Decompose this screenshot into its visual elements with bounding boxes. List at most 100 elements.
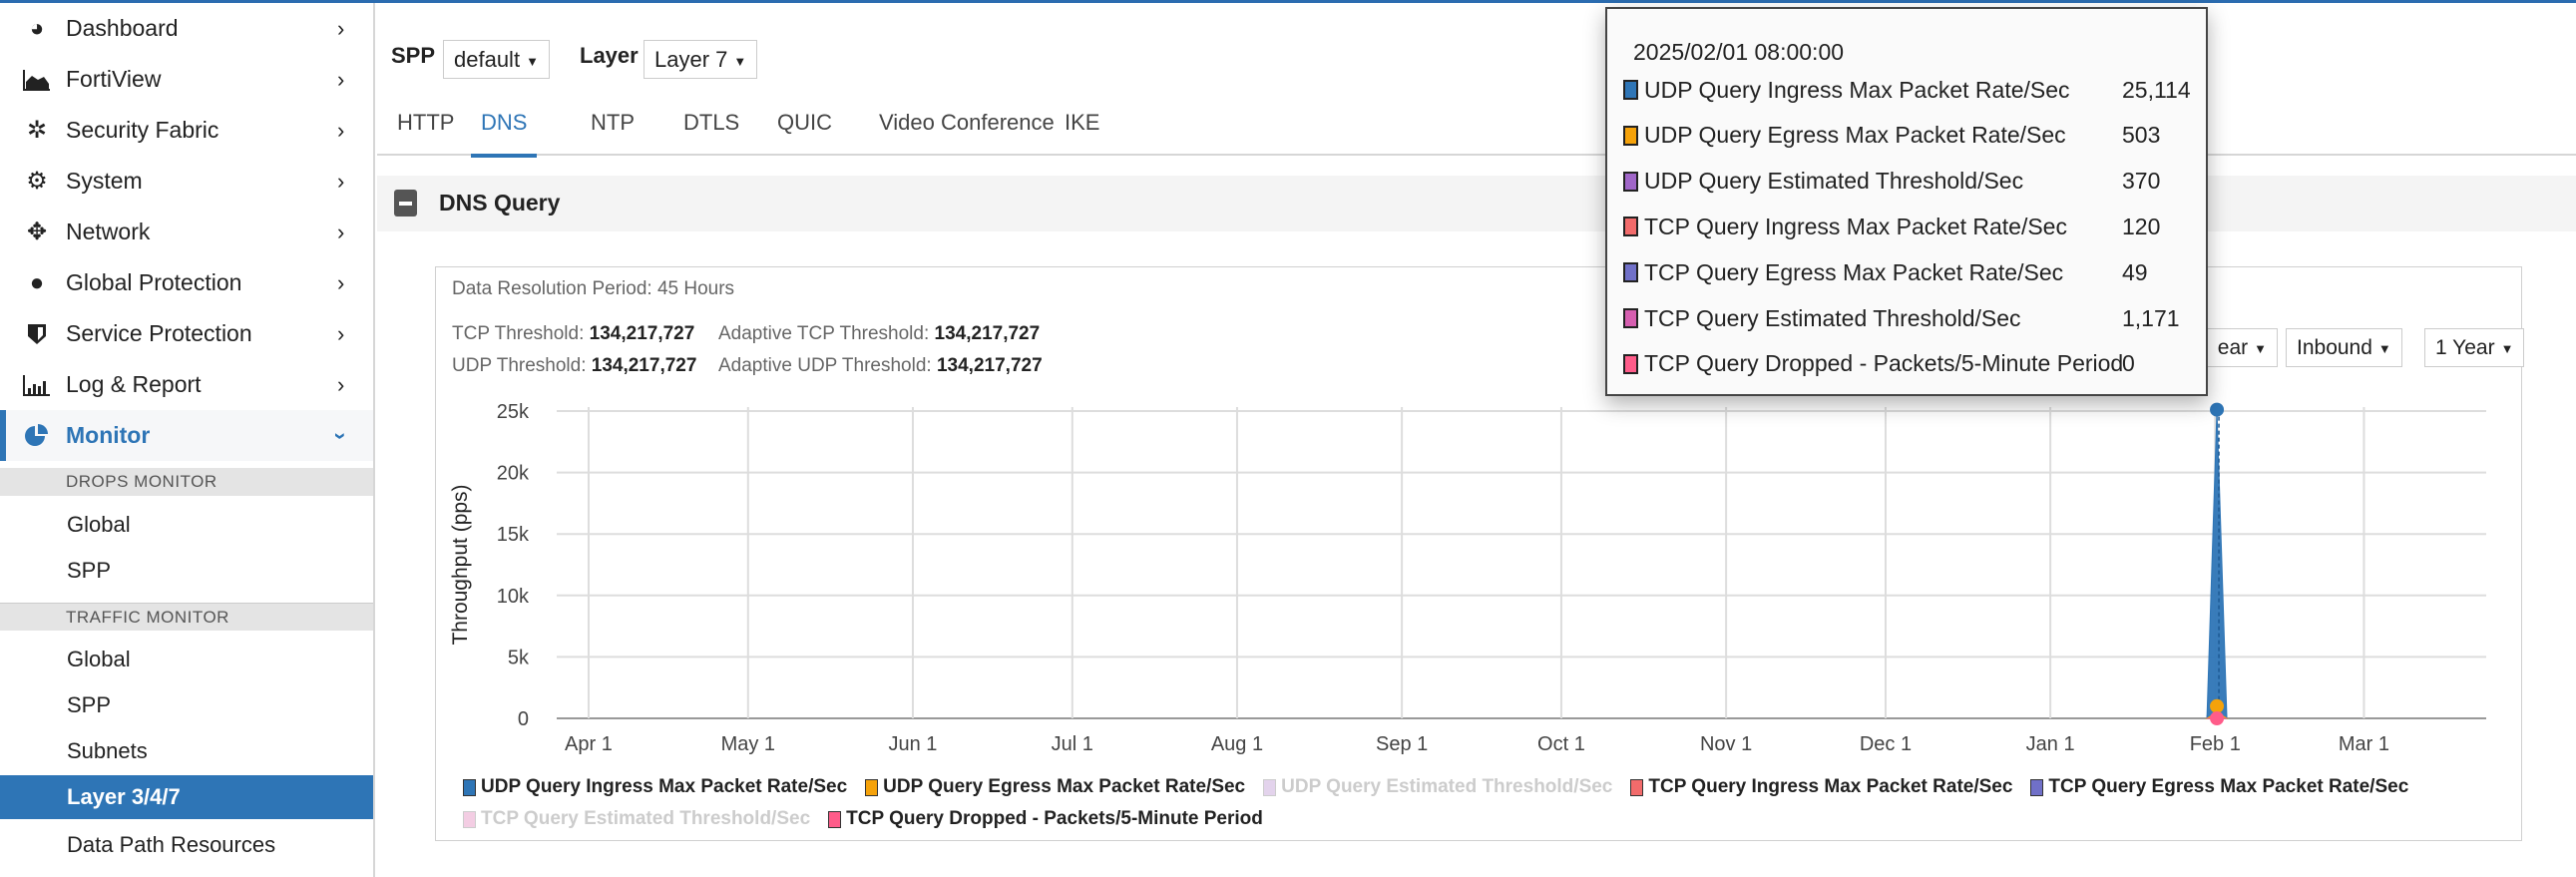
shield-icon xyxy=(22,319,52,349)
caret-down-icon: ▼ xyxy=(526,53,539,69)
tooltip-label: TCP Query Egress Max Packet Rate/Sec xyxy=(1644,258,2064,285)
sidebar-subitem-drops-global[interactable]: Global xyxy=(0,503,373,547)
chevron-right-icon: › xyxy=(337,371,345,397)
tooltip-value: 49 xyxy=(2122,258,2148,285)
legend-label: TCP Query Estimated Threshold/Sec xyxy=(481,808,811,829)
legend-item[interactable]: UDP Query Ingress Max Packet Rate/Sec xyxy=(463,776,847,798)
adaptive-udp-value: 134,217,727 xyxy=(936,355,1043,376)
legend-item[interactable]: TCP Query Dropped - Packets/5-Minute Per… xyxy=(828,808,1263,830)
x-tick-label: May 1 xyxy=(721,733,775,755)
chevron-right-icon: › xyxy=(337,320,345,346)
sidebar-item-service-protection[interactable]: Service Protection › xyxy=(0,308,373,359)
x-tick-label: Jul 1 xyxy=(1052,733,1093,755)
dns-query-section-header[interactable]: DNS Query xyxy=(377,176,2576,231)
y-tick-label: 10k xyxy=(497,586,530,608)
tooltip-value: 370 xyxy=(2122,168,2161,195)
legend-item[interactable]: UDP Query Estimated Threshold/Sec xyxy=(1263,776,1612,798)
chevron-right-icon: › xyxy=(337,168,345,194)
legend-item[interactable]: TCP Query Estimated Threshold/Sec xyxy=(463,808,810,830)
sidebar-subitem-drops-spp[interactable]: SPP xyxy=(0,549,373,593)
layer-label: Layer xyxy=(580,43,639,68)
tooltip-label: UDP Query Egress Max Packet Rate/Sec xyxy=(1644,122,2066,149)
tooltip-swatch xyxy=(1623,262,1638,283)
legend-swatch xyxy=(865,778,879,796)
legend-swatch xyxy=(1263,778,1277,796)
group-header-traffic-monitor: TRAFFIC MONITOR xyxy=(0,603,373,631)
legend-row-1: UDP Query Ingress Max Packet Rate/Sec UD… xyxy=(463,776,2408,798)
chart-plot-group: 0 5k 10k 15k 20k 25k Apr 1 May 1 Jun 1 Jul 1 Aug 1… xyxy=(449,401,2486,755)
x-tick-label: Jun 1 xyxy=(888,733,937,755)
protocol-tabs: HTTP DNS NTP DTLS QUIC Video Conference … xyxy=(377,98,2576,158)
tcp-threshold-label: TCP Threshold: xyxy=(452,323,585,344)
tooltip-row: UDP Query Egress Max Packet Rate/Sec 503 xyxy=(1623,121,2160,151)
collapse-icon[interactable] xyxy=(394,190,417,217)
spp-select[interactable]: default ▼ xyxy=(443,40,550,79)
sidebar-subitem-layer-347[interactable]: Layer 3/4/7 xyxy=(0,775,373,819)
sidebar-subitem-traffic-spp[interactable]: SPP xyxy=(0,683,373,727)
tooltip-label: UDP Query Estimated Threshold/Sec xyxy=(1644,168,2024,195)
x-tick-label: Dec 1 xyxy=(1860,733,1912,755)
x-tick-label: Jan 1 xyxy=(2026,733,2075,755)
y-axis-label: Throughput (pps) xyxy=(449,484,472,645)
legend-label: UDP Query Ingress Max Packet Rate/Sec xyxy=(481,776,848,797)
legend-label: UDP Query Estimated Threshold/Sec xyxy=(1281,776,1613,797)
tab-dns[interactable]: DNS xyxy=(470,110,539,158)
tab-dtls[interactable]: DTLS xyxy=(683,110,739,156)
sidebar-item-log-report[interactable]: Log & Report › xyxy=(0,359,373,410)
sidebar-item-network[interactable]: ✥ Network › xyxy=(0,207,373,257)
legend-label: TCP Query Egress Max Packet Rate/Sec xyxy=(2048,776,2409,797)
adaptive-tcp-label: Adaptive TCP Threshold: xyxy=(718,323,930,344)
sidebar-item-dashboard[interactable]: ◕ Dashboard › xyxy=(0,3,373,54)
tooltip-label: TCP Query Estimated Threshold/Sec xyxy=(1644,304,2021,331)
globe-icon: ● xyxy=(29,268,45,296)
tab-video-conference[interactable]: Video Conference xyxy=(879,110,1055,156)
range-select[interactable]: 1 Year ▼ xyxy=(2424,328,2525,367)
sidebar: ◕ Dashboard › FortiView › ✲ Security Fabric ›… xyxy=(0,3,375,877)
udp-threshold-value: 134,217,727 xyxy=(591,355,697,376)
sidebar-item-system[interactable]: ⚙ System › xyxy=(0,156,373,207)
legend-label: TCP Query Ingress Max Packet Rate/Sec xyxy=(1648,776,2013,797)
chevron-right-icon: › xyxy=(337,269,345,295)
sidebar-item-monitor[interactable]: Monitor › xyxy=(0,410,373,461)
tooltip-row: TCP Query Ingress Max Packet Rate/Sec 120 xyxy=(1623,212,2160,241)
sidebar-item-global-protection[interactable]: ● Global Protection › xyxy=(0,257,373,308)
caret-down-icon: ▼ xyxy=(2377,340,2391,356)
sidebar-item-security-fabric[interactable]: ✲ Security Fabric › xyxy=(0,105,373,156)
layer-select[interactable]: Layer 7 ▼ xyxy=(644,40,758,79)
x-tick-label: Feb 1 xyxy=(2190,733,2241,755)
tooltip-swatch xyxy=(1623,171,1638,192)
tooltip-date: 2025/02/01 08:00:00 xyxy=(1633,39,1845,65)
sidebar-subitem-subnets[interactable]: Subnets xyxy=(0,729,373,773)
x-tick-label: Aug 1 xyxy=(1211,733,1263,755)
tooltip-value: 1,171 xyxy=(2122,304,2180,331)
tab-ike[interactable]: IKE xyxy=(1065,110,1099,156)
sidebar-subitem-traffic-global[interactable]: Global xyxy=(0,638,373,681)
legend-item[interactable]: UDP Query Egress Max Packet Rate/Sec xyxy=(865,776,1245,798)
direction-select[interactable]: Inbound ▼ xyxy=(2286,328,2402,367)
sidebar-item-fortiview[interactable]: FortiView › xyxy=(0,54,373,105)
tab-quic[interactable]: QUIC xyxy=(777,110,832,156)
spp-select-value: default xyxy=(454,47,521,72)
sidebar-subitem-data-path-resources[interactable]: Data Path Resources xyxy=(0,823,373,867)
y-tick-label: 20k xyxy=(497,463,530,485)
legend-label: TCP Query Dropped - Packets/5-Minute Per… xyxy=(846,808,1263,829)
x-tick-label: Nov 1 xyxy=(1700,733,1752,755)
dashboard-icon: ◕ xyxy=(29,14,45,42)
chart-tooltip: 2025/02/01 08:00:00 UDP Query Ingress Ma… xyxy=(1605,7,2208,396)
x-tick-label: Apr 1 xyxy=(565,733,613,755)
direction-select-value: Inbound xyxy=(2297,336,2372,359)
adaptive-udp-threshold: Adaptive UDP Threshold: 134,217,727 xyxy=(718,355,1043,377)
adaptive-tcp-threshold: Adaptive TCP Threshold: 134,217,727 xyxy=(718,323,1040,345)
legend-item[interactable]: TCP Query Egress Max Packet Rate/Sec xyxy=(2030,776,2408,798)
caret-down-icon: ▼ xyxy=(733,53,747,69)
tab-http[interactable]: HTTP xyxy=(397,110,454,156)
legend-item[interactable]: TCP Query Ingress Max Packet Rate/Sec xyxy=(1630,776,2012,798)
throughput-chart[interactable]: 0 5k 10k 15k 20k 25k Apr 1 May 1 Jun 1 Jul 1 Aug 1… xyxy=(439,389,2514,766)
tooltip-value: 503 xyxy=(2122,122,2161,149)
series-area xyxy=(2206,409,2228,719)
spp-label: SPP xyxy=(391,43,436,68)
tab-ntp[interactable]: NTP xyxy=(591,110,635,156)
legend-swatch xyxy=(463,810,476,828)
security-fabric-icon: ✲ xyxy=(26,117,48,144)
group-header-drops-monitor: DROPS MONITOR xyxy=(0,468,373,496)
